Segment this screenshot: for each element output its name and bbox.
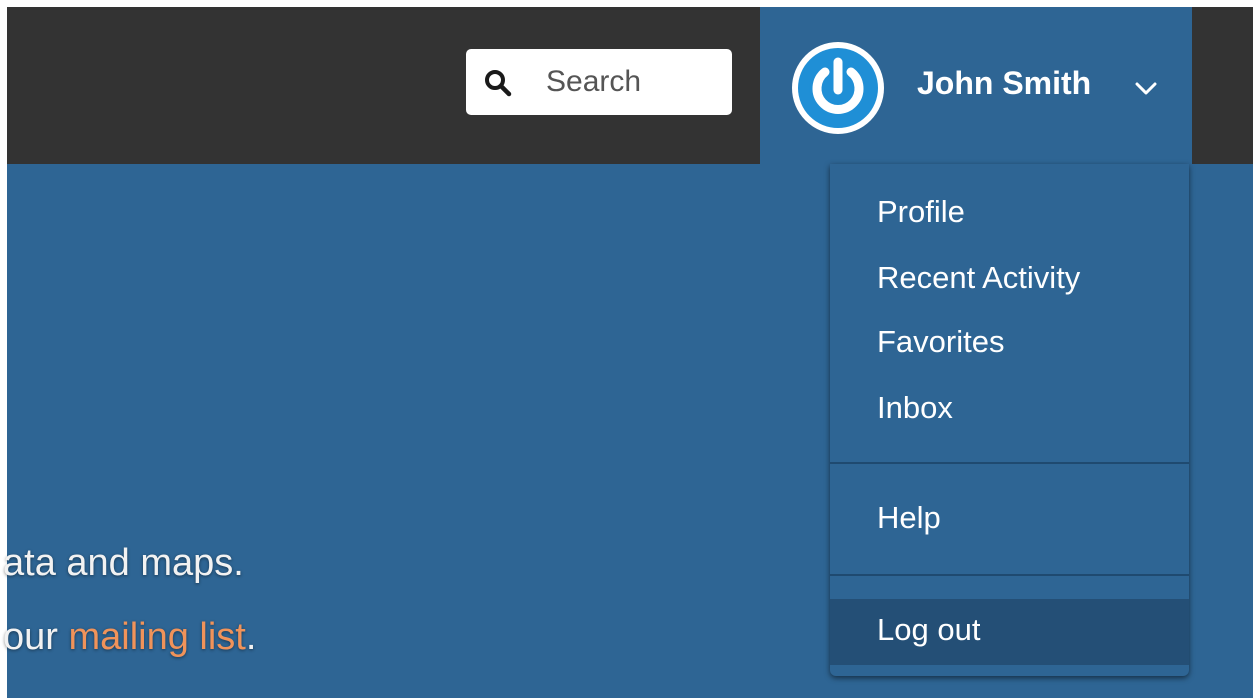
menu-item-log-out[interactable]: Log out [830,612,1189,654]
hero-text-line-2-prefix: our [3,616,69,658]
menu-item-inbox[interactable]: Inbox [830,390,1189,432]
menu-item-profile[interactable]: Profile [830,194,1189,236]
page: ata and maps. our mailing list. John Smi… [0,0,1253,698]
power-icon [794,44,882,132]
user-dropdown-menu: Profile Recent Activity Favorites Inbox … [830,164,1189,676]
hero-text-line-2: our mailing list. [3,616,256,659]
search-icon[interactable] [484,69,512,97]
chevron-down-icon[interactable] [1133,75,1159,101]
menu-item-recent-activity[interactable]: Recent Activity [830,260,1189,302]
menu-item-help[interactable]: Help [830,500,1189,542]
avatar[interactable] [792,42,884,134]
search-input[interactable] [546,57,722,107]
user-name[interactable]: John Smith [917,65,1091,102]
hero-text-line-2-suffix: . [245,616,257,658]
menu-divider [830,574,1189,576]
hero-text-line-1: ata and maps. [3,542,244,584]
search-box[interactable] [466,49,732,115]
mailing-list-link[interactable]: mailing list [68,616,245,658]
user-menu-toggle[interactable]: John Smith [760,7,1192,164]
menu-divider [830,462,1189,464]
menu-item-favorites[interactable]: Favorites [830,324,1189,366]
